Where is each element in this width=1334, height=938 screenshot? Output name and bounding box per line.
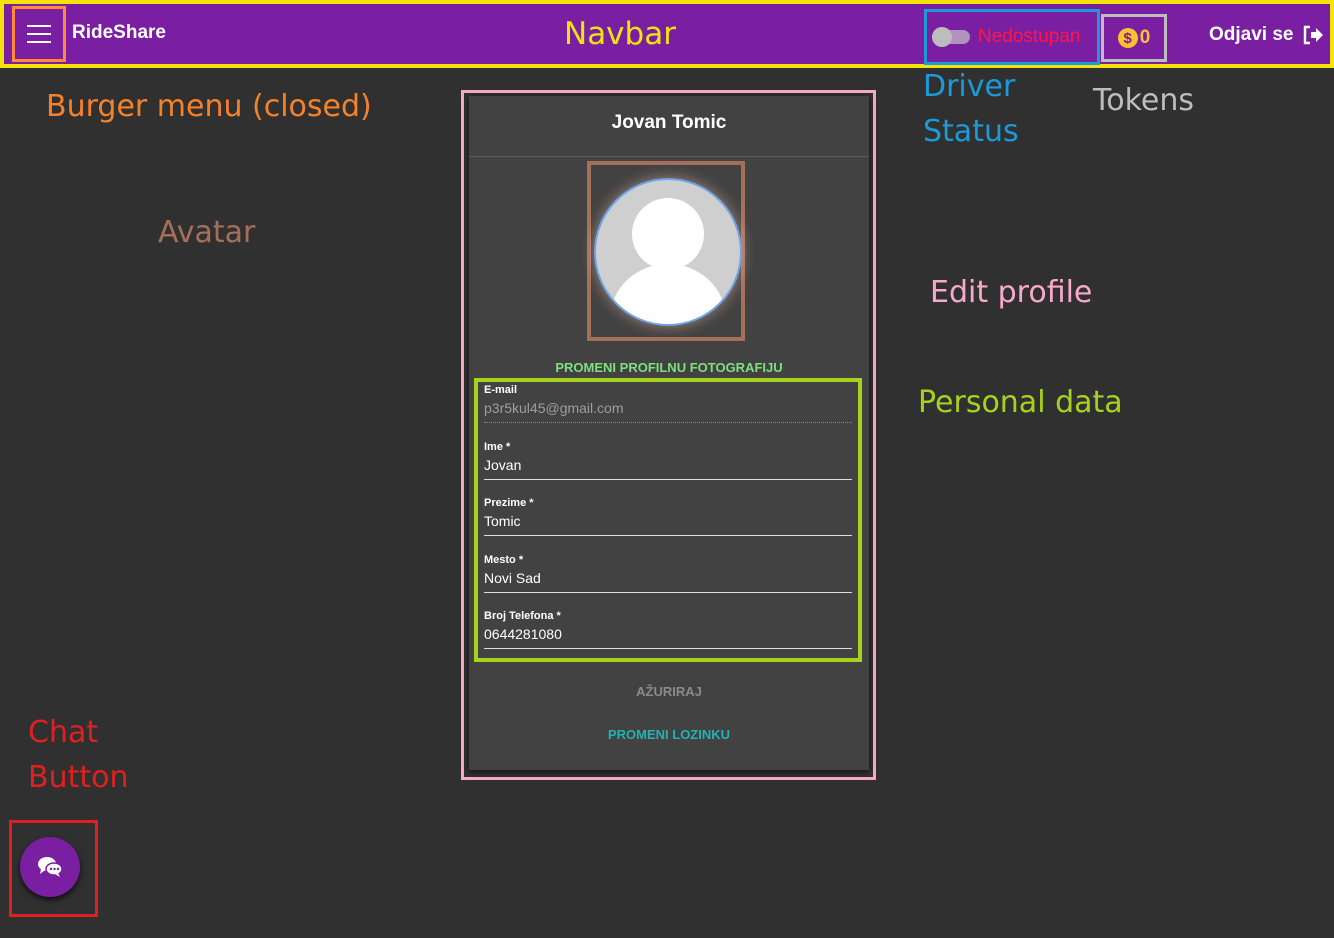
city-field: Mesto * xyxy=(484,554,852,593)
last-name-label: Prezime * xyxy=(484,497,534,509)
chat-bubbles-icon xyxy=(38,857,63,877)
burger-menu-annotation: Burger menu (closed) xyxy=(46,89,372,124)
burger-menu-button[interactable] xyxy=(12,6,66,62)
avatar-head-icon xyxy=(632,198,704,270)
toggle-switch-icon[interactable] xyxy=(932,27,970,47)
logout-button[interactable]: Odjavi se xyxy=(1209,24,1324,46)
navbar-annotation: Navbar xyxy=(564,16,676,52)
chat-annotation-1: Chat xyxy=(28,715,99,750)
tokens-annotation: Tokens xyxy=(1093,83,1194,118)
hamburger-icon-bar xyxy=(27,41,51,43)
first-name-label: Ime * xyxy=(484,441,511,453)
phone-input[interactable] xyxy=(484,626,852,649)
last-name-field: Prezime * xyxy=(484,497,852,536)
personal-data-annotation: Personal data xyxy=(918,385,1123,420)
city-input[interactable] xyxy=(484,570,852,593)
phone-label: Broj Telefona * xyxy=(484,610,561,622)
email-input xyxy=(484,400,852,423)
edit-profile-annotation: Edit profile xyxy=(930,275,1093,310)
first-name-input[interactable] xyxy=(484,457,852,480)
tokens-display: $ 0 xyxy=(1101,14,1167,62)
change-photo-button[interactable]: PROMENI PROFILNU FOTOGRAFIJU xyxy=(469,360,869,375)
hamburger-icon-bar xyxy=(27,33,51,35)
driver-status-annotation-1: Driver xyxy=(923,69,1016,104)
avatar[interactable] xyxy=(594,178,742,326)
navbar: RideShare Navbar Nedostupan $ 0 Odjavi s… xyxy=(0,0,1334,68)
dollar-coin-icon: $ xyxy=(1117,28,1138,48)
brand-link[interactable]: RideShare xyxy=(72,22,166,44)
avatar-body-icon xyxy=(610,264,726,324)
chat-button[interactable] xyxy=(20,837,80,897)
last-name-input[interactable] xyxy=(484,513,852,536)
city-label: Mesto * xyxy=(484,554,524,566)
tokens-count: 0 xyxy=(1139,27,1151,48)
driver-status-annotation-2: Status xyxy=(923,114,1019,149)
first-name-field: Ime * xyxy=(484,441,852,480)
profile-name: Jovan Tomic xyxy=(611,112,727,133)
driver-status-toggle[interactable]: Nedostupan xyxy=(924,9,1100,65)
email-field: E-mail xyxy=(484,384,852,423)
profile-card: Jovan Tomic PROMENI PROFILNU FOTOGRAFIJU… xyxy=(469,96,869,770)
chat-annotation-2: Button xyxy=(28,760,129,795)
avatar-annotation: Avatar xyxy=(158,215,256,250)
driver-status-label: Nedostupan xyxy=(978,26,1081,47)
change-password-button[interactable]: PROMENI LOZINKU xyxy=(469,727,869,742)
logout-arrow-icon xyxy=(1303,25,1323,45)
hamburger-icon-bar xyxy=(27,25,51,27)
phone-field: Broj Telefona * xyxy=(484,610,852,649)
email-label: E-mail xyxy=(484,384,518,396)
update-button[interactable]: AŽURIRAJ xyxy=(469,684,869,699)
logout-label: Odjavi se xyxy=(1209,24,1294,45)
divider xyxy=(469,156,869,157)
